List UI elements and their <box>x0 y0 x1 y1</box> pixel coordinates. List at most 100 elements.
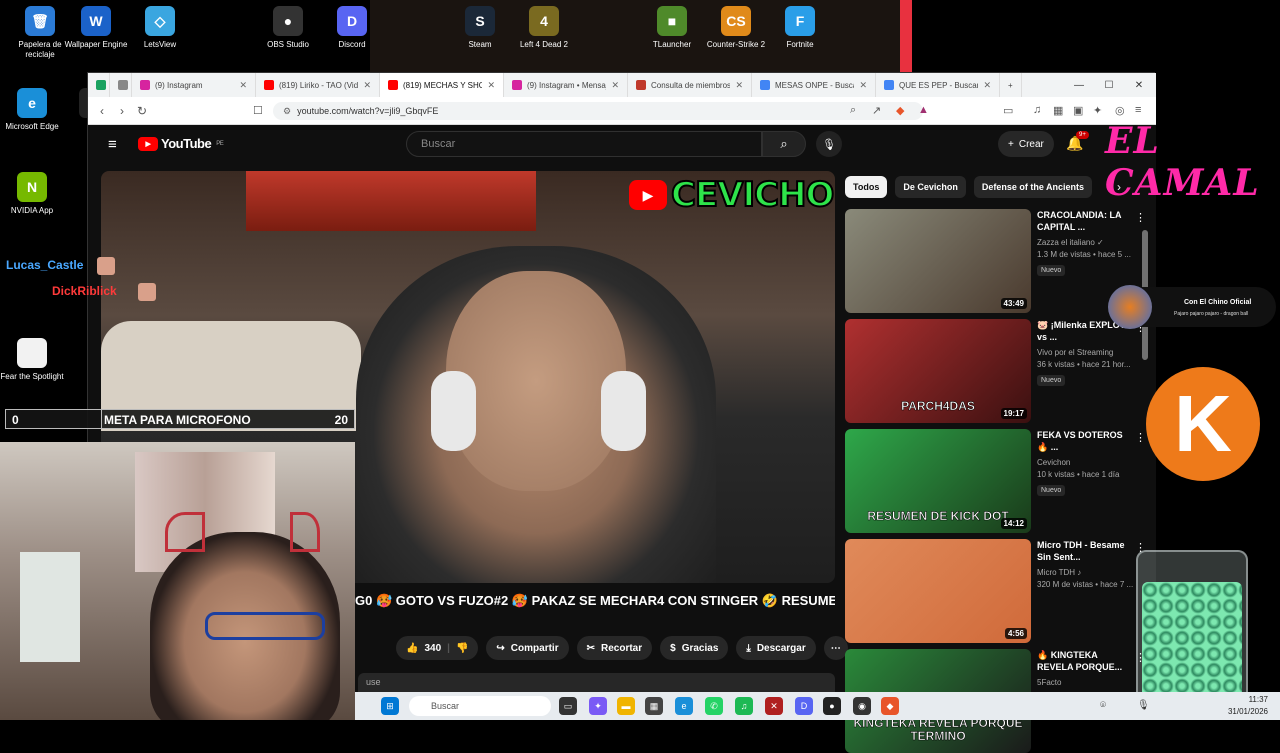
site-info-icon[interactable]: ⚙ <box>283 106 291 116</box>
dota-icon[interactable]: ✕ <box>765 697 783 715</box>
discord-icon[interactable]: D <box>795 697 813 715</box>
youtube-logo[interactable]: ▶ YouTube PE <box>138 136 224 151</box>
wallet-icon[interactable]: ▣ <box>1073 104 1083 117</box>
spotify-icon[interactable]: ♫ <box>735 697 753 715</box>
mic-tray-icon[interactable]: 🎙 <box>1137 700 1150 711</box>
tab-close-icon[interactable]: ✕ <box>363 80 371 91</box>
menu-icon[interactable]: ≡ <box>1135 104 1141 116</box>
edge-icon[interactable]: e <box>675 697 693 715</box>
tab-close-icon[interactable]: ✕ <box>859 80 867 91</box>
share-icon[interactable]: ↗ <box>872 104 881 117</box>
thanks-button[interactable]: $ Gracias <box>660 636 729 660</box>
new-tab-button[interactable]: + <box>1000 73 1022 97</box>
tab-close-icon[interactable]: ✕ <box>735 80 743 91</box>
app-icon[interactable]: ◉ <box>853 697 871 715</box>
more-vert-icon[interactable]: ⋮ <box>1135 431 1146 444</box>
sidebar-icon[interactable]: ▭ <box>1003 104 1013 117</box>
video-thumbnail[interactable]: 4:56 <box>845 539 1031 643</box>
channel-name[interactable]: Micro TDH ♪ <box>1037 568 1133 577</box>
desktop-icon-obs-studio[interactable]: ● OBS Studio <box>256 6 320 50</box>
desktop-icon-wallpaper-engine[interactable]: W Wallpaper Engine <box>64 6 128 50</box>
like-button[interactable]: 👍 340 | 👎 <box>396 636 479 660</box>
browser-tab[interactable]: (9) Instagram ✕ <box>132 73 256 97</box>
bookmark-icon[interactable]: ☐ <box>253 104 263 117</box>
back-icon[interactable]: ‹ <box>92 104 112 118</box>
browser-tab[interactable]: Consulta de miembros de ✕ <box>628 73 752 97</box>
video-title[interactable]: Micro TDH - Besame Sin Sent... <box>1037 539 1133 565</box>
video-title[interactable]: CRACOLANDIA: LA CAPITAL ... <box>1037 209 1133 235</box>
windows-start-icon[interactable]: ⊞ <box>381 697 399 715</box>
browser-tab[interactable]: MESAS ONPE - Buscar con ✕ <box>752 73 876 97</box>
channel-name[interactable]: Cevichon <box>1037 458 1133 467</box>
thumbs-down-icon[interactable]: 👎 <box>456 643 468 654</box>
reload-icon[interactable]: ↻ <box>132 104 152 118</box>
recommended-video[interactable]: PARCH4DAS 19:17 🐷 ¡Milenka EXPLOTA vs ... V… <box>845 319 1146 423</box>
channel-name[interactable]: Vivo por el Streaming <box>1037 348 1133 357</box>
tab-close-icon[interactable]: ✕ <box>611 80 619 91</box>
clip-button[interactable]: ✂ Recortar <box>576 636 653 660</box>
filter-chip[interactable]: Todos <box>845 176 888 198</box>
browser-tab[interactable] <box>110 73 132 97</box>
vpn-icon[interactable]: ◎ <box>1115 104 1125 117</box>
store-icon[interactable]: ▦ <box>645 697 663 715</box>
search-input[interactable]: Buscar <box>406 131 762 157</box>
channel-name[interactable]: Zazza el italiano ✓ <box>1037 238 1133 247</box>
filter-chip[interactable]: Defense of the Ancients <box>973 176 1093 198</box>
create-button[interactable]: + Crear <box>998 131 1054 157</box>
taskbar-search[interactable]: Buscar <box>409 696 551 716</box>
channel-name[interactable]: 5Facto <box>1037 678 1133 687</box>
tab-close-icon[interactable]: ✕ <box>239 80 247 91</box>
browser-tab[interactable]: (9) Instagram • Mensajes ✕ <box>504 73 628 97</box>
brave-icon[interactable]: ◆ <box>881 697 899 715</box>
zoom-icon[interactable]: ⌕ <box>850 104 856 117</box>
media-icon[interactable]: ♫ <box>1033 104 1041 116</box>
desktop-icon-steam[interactable]: S Steam <box>448 6 512 50</box>
browser-tab[interactable] <box>88 73 110 97</box>
clock[interactable]: 11:37 31/01/2026 <box>1228 694 1268 718</box>
desktop-icon-papelera-de-reciclaje[interactable]: 🗑 Papelera de reciclaje <box>8 6 72 60</box>
voice-search-button[interactable]: 🎙 <box>816 131 842 157</box>
share-button[interactable]: ↪ Compartir <box>486 636 569 660</box>
file-explorer-icon[interactable]: ▬ <box>617 697 635 715</box>
download-button[interactable]: ⤓ Descargar <box>736 636 816 660</box>
video-thumbnail[interactable]: RESUMEN DE KICK DOT 14:12 <box>845 429 1031 533</box>
rewards-icon[interactable]: ▲ <box>918 104 929 116</box>
desktop-icon-tlauncher[interactable]: ■ TLauncher <box>640 6 704 50</box>
recommended-video[interactable]: RESUMEN DE KICK DOT 14:12 FEKA VS DOTEROS … <box>845 429 1146 533</box>
search-button[interactable]: ⌕ <box>762 131 806 157</box>
hamburger-icon[interactable]: ≡ <box>108 136 117 153</box>
minimize-button[interactable]: — <box>1064 73 1094 97</box>
desktop-icon-counter-strike-2[interactable]: CS Counter-Strike 2 <box>704 6 768 50</box>
close-button[interactable]: ✕ <box>1124 73 1154 97</box>
task-view-icon[interactable]: ▭ <box>559 697 577 715</box>
network-icon[interactable]: ⌾ <box>1100 700 1106 711</box>
browser-tab[interactable]: (819) MECHAS Y SHO ✕ <box>380 73 504 97</box>
desktop-icon-left-4-dead-2[interactable]: 4 Left 4 Dead 2 <box>512 6 576 50</box>
brave-shield-icon[interactable]: ◆ <box>896 104 904 117</box>
desktop-icon-microsoft-edge[interactable]: e Microsoft Edge <box>0 88 64 132</box>
copilot-icon[interactable]: ✦ <box>589 697 607 715</box>
desktop-icon-nvidia-app[interactable]: N NVIDIA App <box>0 172 64 216</box>
desktop-icon-letsview[interactable]: ◇ LetsView <box>128 6 192 50</box>
leo-icon[interactable]: ✦ <box>1093 104 1102 117</box>
whatsapp-icon[interactable]: ✆ <box>705 697 723 715</box>
desktop-icon-fortnite[interactable]: F Fortnite <box>768 6 832 50</box>
video-thumbnail[interactable]: 43:49 <box>845 209 1031 313</box>
browser-tab[interactable]: QUE ES PEP - Buscar con ✕ <box>876 73 1000 97</box>
obs-icon[interactable]: ● <box>823 697 841 715</box>
video-title[interactable]: 🔥 KINGTEKA REVELA PORQUE... <box>1037 649 1133 675</box>
more-vert-icon[interactable]: ⋮ <box>1135 211 1146 224</box>
tab-close-icon[interactable]: ✕ <box>487 80 495 91</box>
recommended-video[interactable]: 4:56 Micro TDH - Besame Sin Sent... Micro … <box>845 539 1146 643</box>
browser-tab[interactable]: (819) Liriko - TAO (Video ✕ <box>256 73 380 97</box>
tabs-icon[interactable]: ▦ <box>1053 104 1063 117</box>
video-thumbnail[interactable]: PARCH4DAS 19:17 <box>845 319 1031 423</box>
description-box[interactable]: use <box>358 673 835 693</box>
desktop-icon-discord[interactable]: D Discord <box>320 6 384 50</box>
video-title[interactable]: FEKA VS DOTEROS 🔥 ... <box>1037 429 1133 455</box>
filter-chip[interactable]: De Cevichon <box>895 176 966 198</box>
maximize-button[interactable]: ☐ <box>1094 73 1124 97</box>
recommended-video[interactable]: 43:49 CRACOLANDIA: LA CAPITAL ... Zazza el… <box>845 209 1146 313</box>
url-field[interactable]: ⚙ youtube.com/watch?v=jli9_GbqvFE <box>273 102 923 120</box>
tab-close-icon[interactable]: ✕ <box>983 80 991 91</box>
